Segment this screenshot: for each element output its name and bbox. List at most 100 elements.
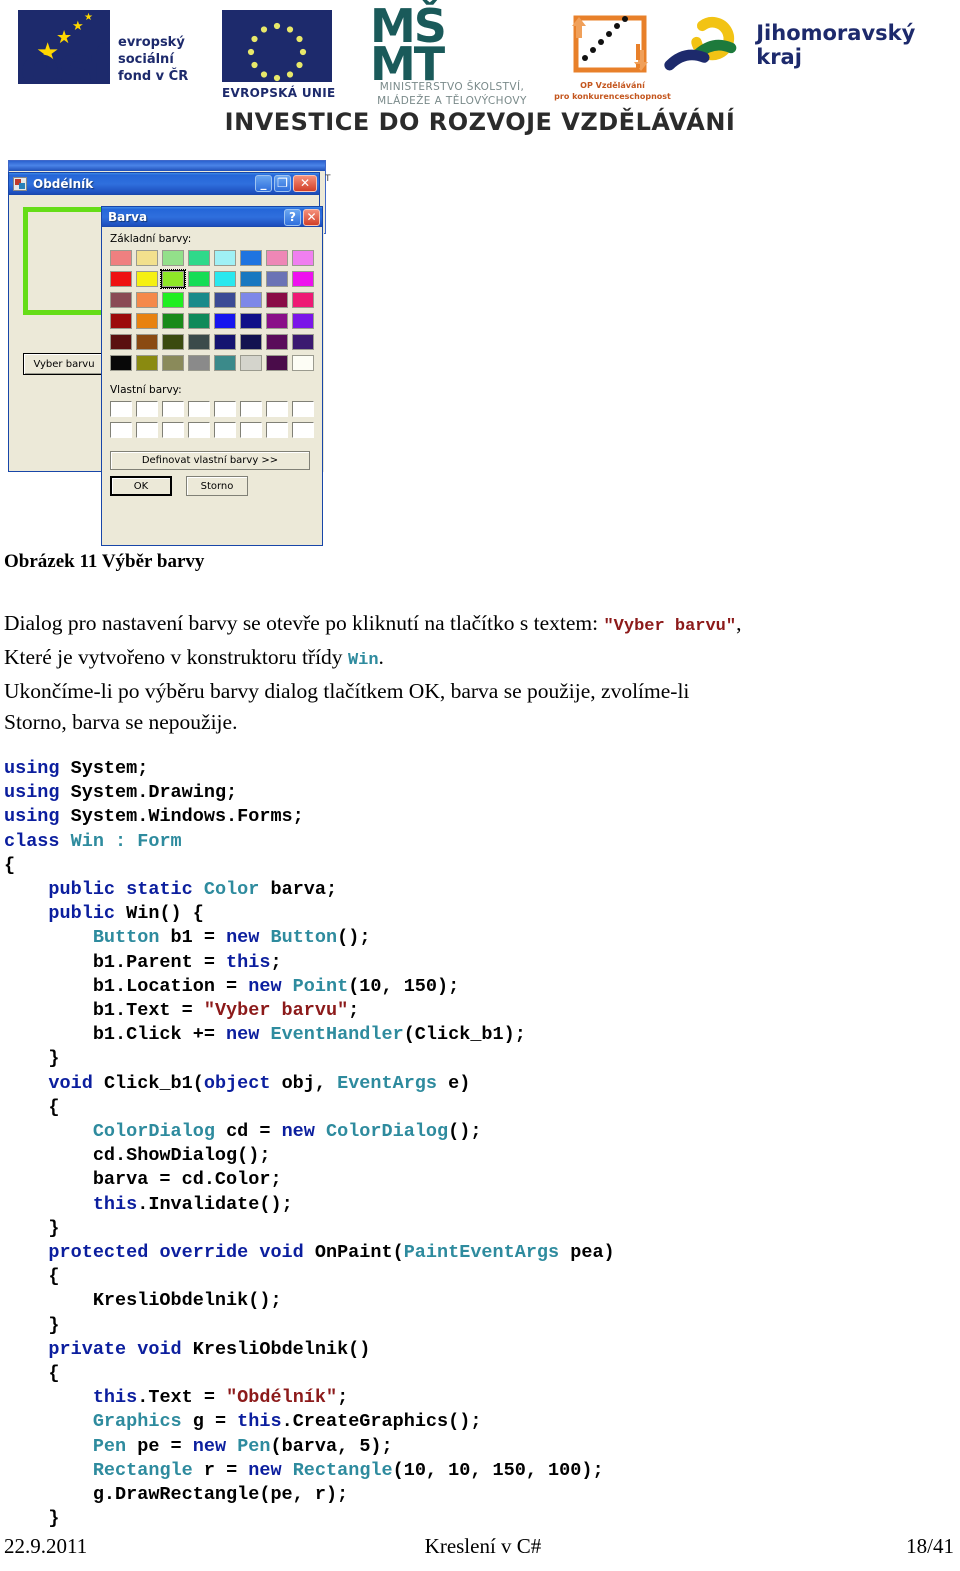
color-swatch[interactable] bbox=[266, 334, 288, 350]
code-token: } bbox=[4, 1508, 60, 1530]
color-swatch[interactable] bbox=[214, 250, 236, 266]
color-swatch[interactable] bbox=[240, 271, 262, 287]
color-swatch[interactable] bbox=[188, 313, 210, 329]
code-token: b1.Location = bbox=[4, 975, 249, 997]
custom-color-slot[interactable] bbox=[162, 422, 184, 438]
color-swatch[interactable] bbox=[110, 355, 132, 371]
custom-color-slot[interactable] bbox=[240, 422, 262, 438]
color-swatch[interactable] bbox=[214, 334, 236, 350]
color-swatch[interactable] bbox=[188, 250, 210, 266]
custom-color-slot[interactable] bbox=[110, 422, 132, 438]
custom-color-slot[interactable] bbox=[292, 422, 314, 438]
color-swatch[interactable] bbox=[188, 334, 210, 350]
color-swatch[interactable] bbox=[136, 355, 158, 371]
define-custom-colors-button[interactable]: Definovat vlastní barvy >> bbox=[110, 451, 310, 470]
custom-color-slot[interactable] bbox=[188, 422, 210, 438]
color-swatch[interactable] bbox=[292, 334, 314, 350]
color-swatch[interactable] bbox=[240, 313, 262, 329]
color-swatch[interactable] bbox=[162, 313, 184, 329]
para1-code-literal: "Vyber barvu" bbox=[603, 617, 737, 636]
code-token: cd = bbox=[226, 1121, 282, 1143]
maximize-button[interactable]: ❐ bbox=[274, 175, 291, 192]
color-swatch[interactable] bbox=[188, 355, 210, 371]
color-swatch[interactable] bbox=[110, 250, 132, 266]
custom-color-slot[interactable] bbox=[188, 401, 210, 417]
color-swatch[interactable] bbox=[162, 355, 184, 371]
color-swatch[interactable] bbox=[292, 355, 314, 371]
color-swatch[interactable] bbox=[110, 292, 132, 308]
custom-color-slot[interactable] bbox=[110, 401, 132, 417]
color-swatch[interactable] bbox=[162, 292, 184, 308]
custom-color-slot[interactable] bbox=[214, 422, 236, 438]
code-token: pe = bbox=[137, 1435, 193, 1457]
color-swatch[interactable] bbox=[292, 313, 314, 329]
color-swatch[interactable] bbox=[266, 313, 288, 329]
custom-color-slot[interactable] bbox=[240, 401, 262, 417]
color-swatch[interactable] bbox=[188, 292, 210, 308]
custom-color-slot[interactable] bbox=[266, 422, 288, 438]
minimize-button[interactable]: _ bbox=[255, 175, 272, 192]
custom-color-slot[interactable] bbox=[136, 401, 158, 417]
color-swatch[interactable] bbox=[240, 334, 262, 350]
color-swatch[interactable] bbox=[266, 292, 288, 308]
color-swatch[interactable] bbox=[214, 271, 236, 287]
code-token: this bbox=[92, 1193, 138, 1215]
color-swatch[interactable] bbox=[136, 313, 158, 329]
custom-color-slot[interactable] bbox=[162, 401, 184, 417]
color-swatch[interactable] bbox=[240, 355, 262, 371]
basic-colors-grid[interactable] bbox=[110, 250, 314, 374]
color-swatch[interactable] bbox=[136, 292, 158, 308]
color-swatch[interactable] bbox=[266, 250, 288, 266]
color-swatch[interactable] bbox=[292, 292, 314, 308]
color-swatch[interactable] bbox=[266, 271, 288, 287]
barva-dialog-titlebar[interactable]: Barva ? ✕ bbox=[102, 207, 322, 227]
color-swatch[interactable] bbox=[214, 355, 236, 371]
code-token: b1.Click += bbox=[4, 1024, 227, 1046]
color-swatch[interactable] bbox=[136, 334, 158, 350]
custom-color-slot[interactable] bbox=[266, 401, 288, 417]
vyber-barvu-button[interactable]: Vyber barvu bbox=[23, 353, 105, 375]
color-swatch[interactable] bbox=[240, 292, 262, 308]
op-caption-line-2: pro konkurenceschopnost bbox=[554, 92, 671, 102]
color-swatch[interactable] bbox=[160, 269, 186, 289]
color-swatch[interactable] bbox=[162, 250, 184, 266]
color-swatch[interactable] bbox=[110, 271, 132, 287]
barva-dialog-body: Základní barvy: Vlastní barvy: Definovat… bbox=[102, 227, 322, 545]
code-token: .Text = bbox=[137, 1387, 227, 1409]
custom-color-slot[interactable] bbox=[292, 401, 314, 417]
color-swatch[interactable] bbox=[110, 313, 132, 329]
obdelnik-titlebar[interactable]: Obdélník _ ❐ ✕ bbox=[9, 173, 319, 195]
esf-wordmark: esf bbox=[20, 32, 110, 84]
help-button[interactable]: ? bbox=[284, 209, 301, 226]
storno-button[interactable]: Storno bbox=[186, 476, 248, 496]
code-line: { bbox=[4, 1096, 956, 1120]
color-swatch[interactable] bbox=[110, 334, 132, 350]
barva-close-button[interactable]: ✕ bbox=[303, 209, 320, 226]
color-swatch[interactable] bbox=[188, 271, 210, 287]
custom-colors-grid[interactable] bbox=[110, 401, 314, 441]
color-swatch[interactable] bbox=[214, 292, 236, 308]
color-swatch[interactable] bbox=[136, 271, 158, 287]
code-line: ColorDialog cd = new ColorDialog(); bbox=[4, 1120, 956, 1144]
color-swatch[interactable] bbox=[240, 250, 262, 266]
color-swatch[interactable] bbox=[292, 250, 314, 266]
code-token: "Obdélník" bbox=[226, 1387, 338, 1409]
close-button[interactable]: ✕ bbox=[293, 175, 317, 192]
esf-logo: ★ ★ ★ ★ esf evropský sociální fond v ČR bbox=[18, 8, 188, 85]
code-token: this bbox=[92, 1387, 138, 1409]
custom-color-slot[interactable] bbox=[214, 401, 236, 417]
code-token: EventHandler bbox=[270, 1024, 404, 1046]
color-swatch[interactable] bbox=[162, 334, 184, 350]
code-token: (); bbox=[448, 1121, 482, 1143]
ok-button[interactable]: OK bbox=[110, 476, 172, 496]
color-swatch[interactable] bbox=[292, 271, 314, 287]
header-slogan: INVESTICE DO ROZVOJE VZDĚLÁVÁNÍ bbox=[224, 108, 736, 136]
code-token: (); bbox=[337, 927, 371, 949]
minimize-icon: _ bbox=[260, 176, 267, 190]
color-swatch[interactable] bbox=[214, 313, 236, 329]
color-swatch[interactable] bbox=[136, 250, 158, 266]
color-swatch[interactable] bbox=[266, 355, 288, 371]
custom-color-slot[interactable] bbox=[136, 422, 158, 438]
